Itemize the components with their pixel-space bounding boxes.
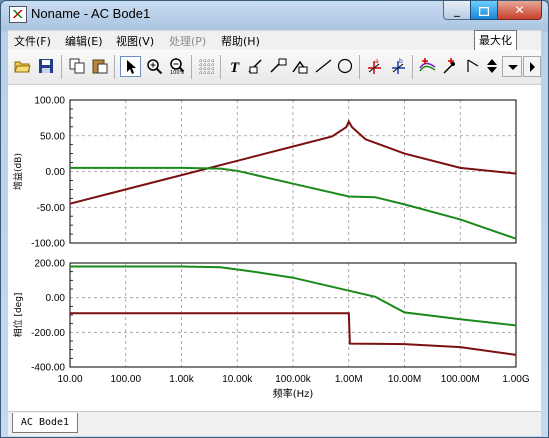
y-tick-label: 0.00: [46, 167, 66, 178]
bode-plot-area[interactable]: 100.00 50.00 0.00 -50.00 -100.00 增益(dB) 200.00…: [8, 85, 541, 411]
x-tick-label: 1.00k: [169, 374, 194, 385]
y-tick-label: 50.00: [40, 131, 65, 142]
y-axis-label: 增益(dB): [12, 153, 24, 190]
svg-text:a: a: [375, 58, 379, 65]
cursor-a-icon[interactable]: a: [364, 56, 385, 77]
close-button[interactable]: ✕: [497, 1, 542, 20]
tab-strip: AC Bode1: [8, 411, 541, 436]
app-window: Noname - AC Bode1 _ ✕ 文件(F) 编辑(E) 视图(V) …: [0, 0, 549, 438]
tab-ac-bode1[interactable]: AC Bode1: [12, 413, 78, 433]
menu-process[interactable]: 处理(P): [169, 33, 206, 49]
label-icon-3[interactable]: [290, 56, 311, 77]
y-axis-label: 相位 [deg]: [12, 293, 24, 338]
svg-text:100%: 100%: [170, 70, 185, 74]
toolbar-separator: [114, 55, 115, 79]
toolbar-separator: [220, 55, 221, 79]
menu-file[interactable]: 文件(F): [14, 33, 51, 49]
text-icon[interactable]: T: [225, 56, 246, 77]
menu-edit[interactable]: 编辑(E): [65, 33, 103, 49]
save-disk-icon[interactable]: [36, 56, 57, 77]
close-icon: ✕: [514, 3, 525, 17]
menu-bar: 文件(F) 编辑(E) 视图(V) 处理(P) 帮助(H): [8, 30, 541, 50]
label-icon-2[interactable]: [268, 56, 289, 77]
zoom-in-icon[interactable]: [144, 56, 165, 77]
y-tick-label: 200.00: [34, 259, 65, 270]
x-tick-label: 100.00M: [441, 374, 480, 385]
line-icon[interactable]: [313, 56, 334, 77]
y-tick-label: -400.00: [31, 363, 65, 374]
step-icon[interactable]: [463, 56, 484, 77]
y-tick-label: -50.00: [37, 203, 66, 214]
minimize-icon: _: [454, 3, 460, 17]
x-axis-label: 频率(Hz): [273, 387, 314, 400]
svg-text:T: T: [230, 60, 240, 74]
menu-help[interactable]: 帮助(H): [221, 33, 260, 49]
x-tick-label: 1.00G: [502, 374, 529, 385]
pointer-icon[interactable]: [120, 56, 141, 77]
label-icon[interactable]: [246, 56, 267, 77]
x-tick-label: 10.00k: [222, 374, 253, 385]
zoom-100-icon[interactable]: 100%: [167, 56, 188, 77]
bode-app-icon: [9, 6, 27, 23]
minimize-button[interactable]: _: [443, 1, 471, 20]
maximize-tooltip: 最大化: [474, 30, 517, 51]
add-trace-icon[interactable]: [417, 56, 438, 77]
toolbar-separator: [61, 55, 62, 79]
toolbar-separator: [191, 55, 192, 79]
x-tick-label: 10.00M: [388, 374, 421, 385]
copy-icon[interactable]: [67, 56, 88, 77]
maximize-icon: [471, 4, 497, 20]
grid-icon[interactable]: [196, 56, 217, 77]
title-bar[interactable]: Noname - AC Bode1 _ ✕: [1, 1, 548, 27]
maximize-button[interactable]: [470, 1, 498, 20]
toolbar-separator: [412, 55, 413, 79]
window-title: Noname - AC Bode1: [31, 6, 151, 21]
bode-chart: 100.00 50.00 0.00 -50.00 -100.00 增益(dB) 200.00…: [12, 96, 530, 401]
grid-lines: [70, 100, 516, 243]
menu-view[interactable]: 视图(V): [116, 33, 154, 49]
x-tick-label: 100.00k: [275, 374, 312, 385]
y-tick-label: -100.00: [31, 239, 65, 250]
select-trace-icon[interactable]: [440, 56, 461, 77]
paste-icon[interactable]: [90, 56, 111, 77]
toolbar: 100% T a b: [8, 50, 541, 85]
svg-text:b: b: [399, 58, 403, 65]
toolbar-separator: [359, 55, 360, 79]
y-tick-label: 100.00: [34, 96, 65, 107]
spin-down-icon[interactable]: [502, 56, 522, 77]
circle-icon[interactable]: [335, 56, 356, 77]
x-tick-label: 1.00M: [335, 374, 363, 385]
scroll-right-icon[interactable]: [523, 56, 541, 77]
x-tick-label: 10.00: [57, 374, 82, 385]
y-tick-label: 0.00: [46, 293, 66, 304]
cursor-b-icon[interactable]: b: [388, 56, 409, 77]
y-tick-label: -200.00: [31, 328, 65, 339]
open-folder-icon[interactable]: [12, 56, 33, 77]
x-tick-label: 100.00: [110, 374, 141, 385]
